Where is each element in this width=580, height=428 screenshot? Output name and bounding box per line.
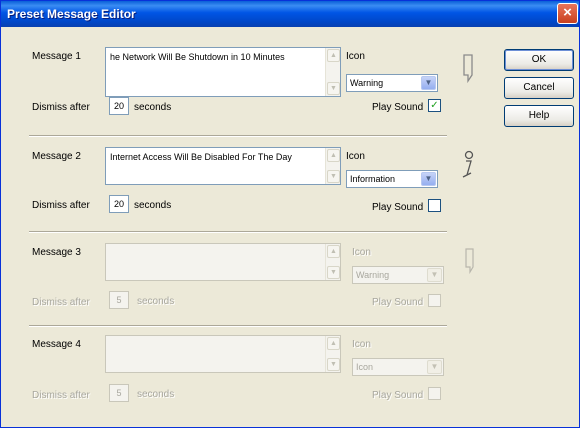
message-4-dismiss-seconds[interactable]: 5 [109, 384, 129, 402]
message-3-label: Message 3 [32, 247, 81, 258]
message-4-play-sound-label: Play Sound [372, 390, 424, 401]
message-4-scrollbar[interactable]: ▲ ▼ [325, 336, 340, 372]
message-4-label: Message 4 [32, 339, 81, 350]
message-2-play-sound-checkbox[interactable] [428, 199, 441, 212]
close-button[interactable]: × [557, 3, 578, 24]
ok-button[interactable]: OK [504, 49, 574, 71]
message-2-icon-label: Icon [346, 151, 365, 162]
message-4-dismiss-label: Dismiss after [32, 390, 90, 401]
message-2-seconds-label: seconds [134, 200, 172, 211]
scroll-down-icon[interactable]: ▼ [327, 266, 340, 279]
message-3-icon-select[interactable]: Warning ▼ [352, 266, 444, 284]
window-title: Preset Message Editor [7, 7, 136, 21]
message-2-dismiss-label: Dismiss after [32, 200, 90, 211]
scroll-up-icon[interactable]: ▲ [327, 149, 340, 162]
close-icon: × [563, 4, 572, 21]
message-1-icon-select[interactable]: Warning ▼ [346, 74, 438, 92]
message-3-icon-value: Warning [356, 270, 390, 280]
message-3-dismiss-label: Dismiss after [32, 297, 90, 308]
message-2-icon-select[interactable]: Information ▼ [346, 170, 438, 188]
message-2-dismiss-seconds[interactable]: 20 [109, 195, 129, 213]
message-1-play-sound-checkbox[interactable]: ✓ [428, 99, 441, 112]
message-4-icon-label: Icon [352, 339, 371, 350]
message-3-icon-label: Icon [352, 247, 371, 258]
warning-icon [463, 54, 473, 83]
message-1-seconds-label: seconds [134, 102, 172, 113]
message-1-scrollbar[interactable]: ▲ ▼ [325, 48, 340, 96]
message-1-play-sound-label: Play Sound [372, 102, 424, 113]
message-3-play-sound-checkbox[interactable] [428, 294, 441, 307]
message-4-seconds-label: seconds [137, 389, 175, 400]
message-4-icon-value: Icon [356, 362, 374, 372]
message-4-icon-select[interactable]: Icon ▼ [352, 358, 444, 376]
message-2-label: Message 2 [32, 151, 81, 162]
information-icon [462, 150, 474, 178]
scroll-down-icon[interactable]: ▼ [327, 82, 340, 95]
message-3-play-sound-label: Play Sound [372, 297, 424, 308]
title-bar[interactable]: Preset Message Editor × [1, 1, 579, 27]
chevron-down-icon[interactable]: ▼ [427, 360, 442, 374]
scroll-up-icon[interactable]: ▲ [327, 245, 340, 258]
scroll-down-icon[interactable]: ▼ [327, 358, 340, 371]
message-3-seconds-label: seconds [137, 296, 175, 307]
message-1-dismiss-seconds[interactable]: 20 [109, 97, 129, 115]
scroll-up-icon[interactable]: ▲ [327, 337, 340, 350]
message-3-dismiss-seconds[interactable]: 5 [109, 291, 129, 309]
chevron-down-icon[interactable]: ▼ [427, 268, 442, 282]
message-2-scrollbar[interactable]: ▲ ▼ [325, 148, 340, 184]
message-1-icon-value: Warning [350, 78, 384, 88]
message-4-textbox[interactable]: ▲ ▼ [105, 335, 341, 373]
message-2-textbox[interactable]: Internet Access Will Be Disabled For The… [105, 147, 341, 185]
message-4-play-sound-checkbox[interactable] [428, 387, 441, 400]
separator [29, 325, 447, 327]
message-1-text: he Network Will Be Shutdown in 10 Minute… [110, 52, 285, 62]
separator [29, 135, 447, 137]
preset-message-editor-window: Preset Message Editor × Message 1 he Net… [0, 0, 580, 428]
message-2-text: Internet Access Will Be Disabled For The… [110, 152, 292, 162]
scroll-down-icon[interactable]: ▼ [327, 170, 340, 183]
chevron-down-icon[interactable]: ▼ [421, 172, 436, 186]
chevron-down-icon[interactable]: ▼ [421, 76, 436, 90]
scroll-up-icon[interactable]: ▲ [327, 49, 340, 62]
message-1-label: Message 1 [32, 51, 81, 62]
message-2-icon-value: Information [350, 174, 396, 184]
help-button[interactable]: Help [504, 105, 574, 127]
message-1-dismiss-label: Dismiss after [32, 102, 90, 113]
message-2-play-sound-label: Play Sound [372, 202, 424, 213]
checkmark-icon: ✓ [430, 100, 439, 111]
message-1-textbox[interactable]: he Network Will Be Shutdown in 10 Minute… [105, 47, 341, 97]
warning-icon [465, 248, 474, 275]
cancel-button[interactable]: Cancel [504, 77, 574, 99]
message-3-textbox[interactable]: ▲ ▼ [105, 243, 341, 281]
message-3-scrollbar[interactable]: ▲ ▼ [325, 244, 340, 280]
separator [29, 231, 447, 233]
message-1-icon-label: Icon [346, 51, 365, 62]
